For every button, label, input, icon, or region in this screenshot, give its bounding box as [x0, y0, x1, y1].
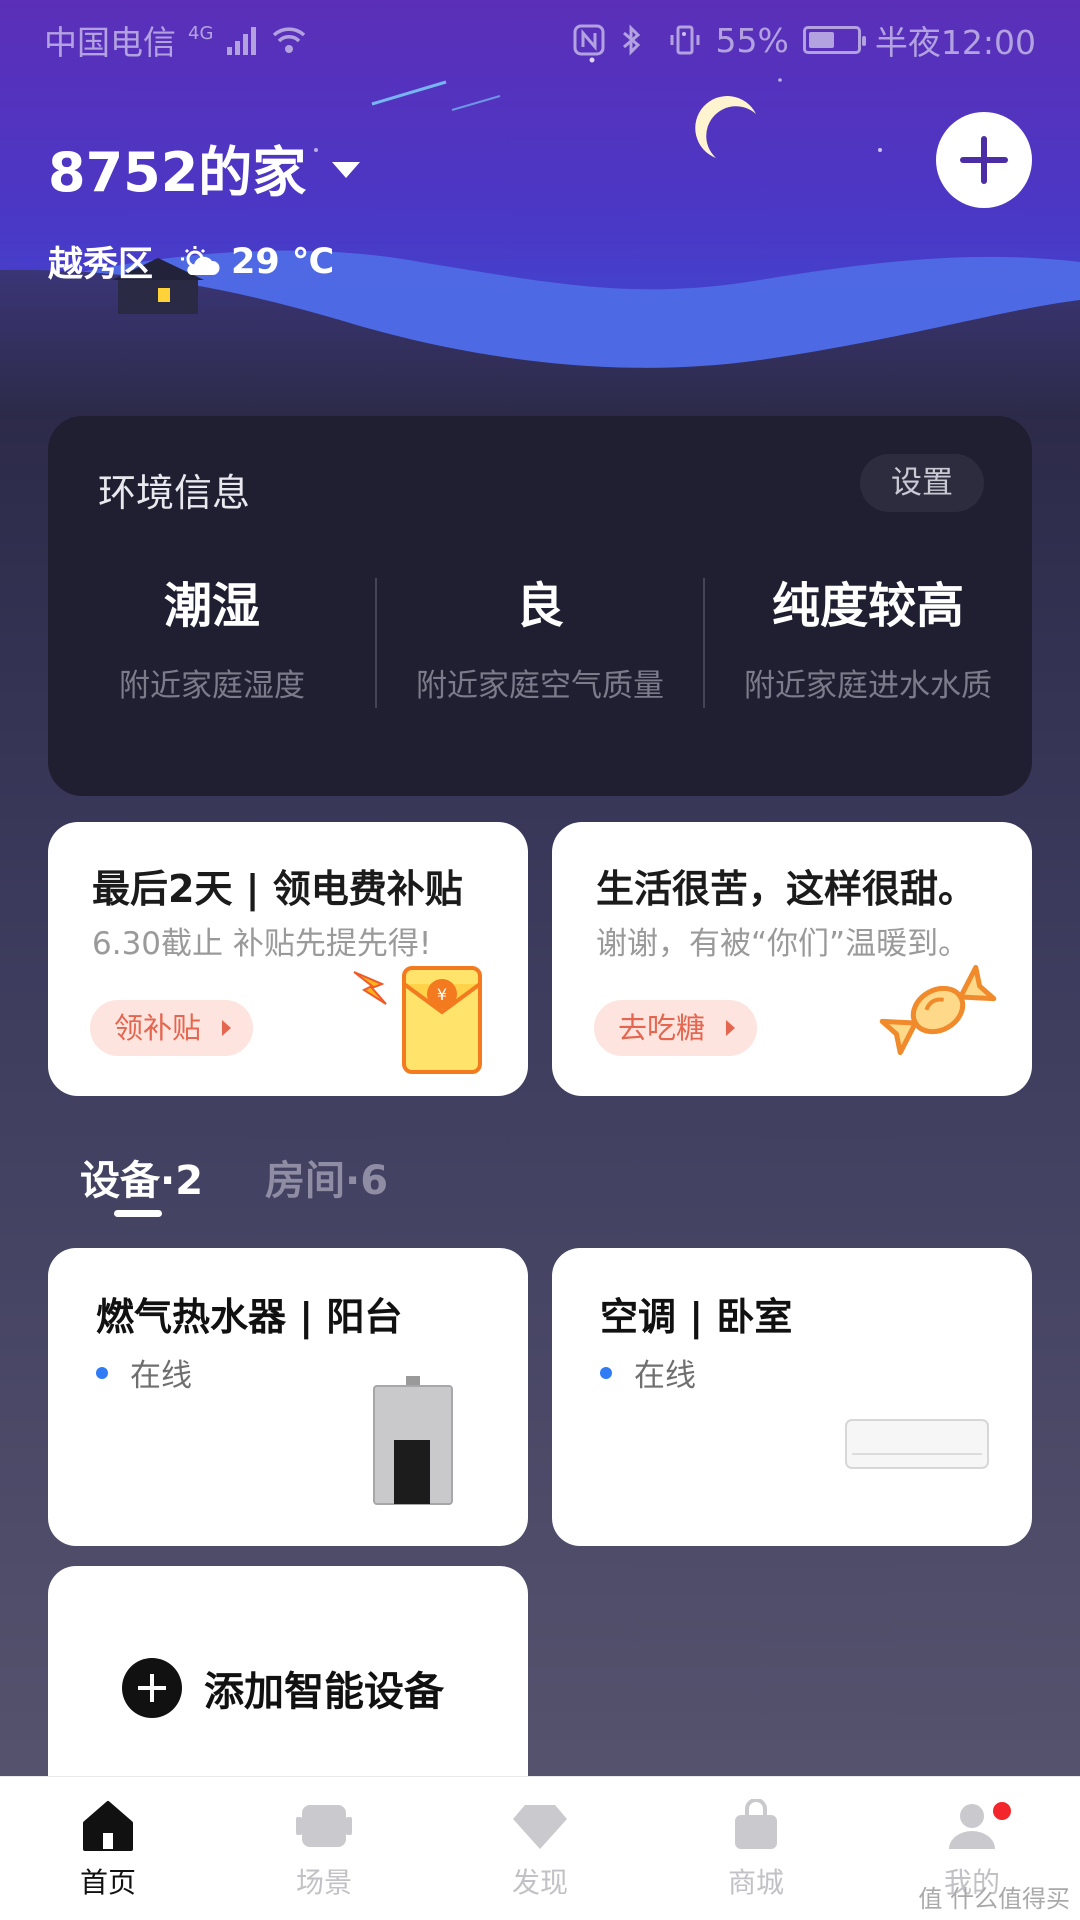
promo-card-subsidy[interactable]: 最后2天 | 领电费补贴 6.30截止 补贴先提先得! 领补贴 ¥: [48, 822, 528, 1096]
promo-title: 最后2天 | 领电费补贴: [92, 867, 463, 911]
device-card-water-heater[interactable]: 燃气热水器 | 阳台 在线: [48, 1248, 528, 1546]
online-dot: [96, 1366, 108, 1379]
notification-badge: [990, 1799, 1014, 1823]
location-weather: 越秀区 29 ℃: [48, 236, 334, 287]
battery-icon: [802, 26, 866, 54]
partly-cloudy-icon: [181, 245, 220, 275]
environment-card: 环境信息 设置 潮湿 附近家庭湿度 良 附近家庭空气质量 纯度较高 附近家庭进水…: [48, 416, 1032, 796]
eat-candy-button[interactable]: 去吃糖: [594, 1000, 758, 1056]
network-type: 4G: [188, 22, 214, 44]
tab-devices-label: 设备·2: [80, 1158, 204, 1204]
add-device-label: 添加智能设备: [204, 1669, 444, 1715]
nfc-icon: [572, 23, 606, 57]
bluetooth-icon: [620, 23, 654, 57]
water-quality-metric: 纯度较高 附近家庭进水水质: [704, 566, 1032, 705]
red-envelope-icon: ¥: [353, 966, 482, 1074]
add-button[interactable]: [936, 112, 1032, 208]
tab-rooms-label: 房间·6: [265, 1158, 389, 1204]
humidity-metric: 潮湿 附近家庭湿度: [48, 566, 376, 705]
add-device-card[interactable]: 添加智能设备: [48, 1566, 528, 1776]
carrier-label: 中国电信: [44, 23, 176, 62]
device-status: 在线: [96, 1350, 192, 1395]
environment-title: 环境信息: [98, 471, 251, 515]
vibrate-icon: [668, 23, 702, 57]
humidity-value: 潮湿: [163, 578, 260, 634]
device-card-air-conditioner[interactable]: 空调 | 卧室 在线: [552, 1248, 1032, 1546]
device-status: 在线: [600, 1350, 696, 1395]
wifi-icon: [271, 23, 306, 57]
tab-devices[interactable]: 设备·2: [80, 1148, 204, 1217]
battery-percent: 55%: [715, 20, 789, 60]
device-room-tabs: 设备·2 房间·6: [80, 1148, 388, 1217]
device-name: 燃气热水器 | 阳台: [96, 1295, 403, 1339]
nav-scene[interactable]: 场景: [216, 1777, 432, 1920]
scene-icon: [296, 1805, 352, 1847]
water-quality-label: 附近家庭进水水质: [744, 668, 992, 704]
claim-subsidy-button[interactable]: 领补贴: [90, 1000, 254, 1056]
nav-scene-label: 场景: [295, 1866, 352, 1899]
nav-home-label: 首页: [79, 1866, 136, 1899]
svg-text:¥: ¥: [437, 985, 447, 1004]
candy-icon: [879, 964, 997, 1056]
nav-discover[interactable]: 发现: [432, 1777, 648, 1920]
promo-title: 生活很苦，这样很甜。: [596, 867, 977, 911]
watermark: 值 什么值得买: [918, 1885, 1070, 1913]
status-bar: 中国电信 4G 55% 半夜12:00: [0, 0, 1080, 72]
online-dot: [600, 1366, 612, 1379]
discover-icon: [513, 1805, 567, 1849]
home-selector[interactable]: 8752的家: [48, 128, 361, 207]
shop-icon: [735, 1799, 777, 1849]
promo-card-candy[interactable]: 生活很苦，这样很甜。 谢谢，有被“你们”温暖到。 去吃糖: [552, 822, 1032, 1096]
air-quality-label: 附近家庭空气质量: [416, 668, 664, 704]
air-quality-metric: 良 附近家庭空气质量: [376, 566, 704, 705]
water-quality-value: 纯度较高: [771, 578, 964, 634]
nav-shop[interactable]: 商城: [648, 1777, 864, 1920]
home-name: 8752的家: [48, 141, 307, 204]
tab-rooms[interactable]: 房间·6: [265, 1148, 388, 1206]
active-tab-indicator: [114, 1210, 162, 1217]
nav-discover-label: 发现: [511, 1866, 568, 1899]
signal-icon: [225, 23, 259, 57]
nav-shop-label: 商城: [727, 1866, 784, 1899]
device-status-label: 在线: [634, 1358, 696, 1394]
home-icon: [83, 1801, 133, 1851]
temperature-label: 29 ℃: [231, 241, 335, 282]
caret-down-icon: [332, 161, 361, 178]
humidity-label: 附近家庭湿度: [119, 668, 305, 704]
device-name: 空调 | 卧室: [600, 1295, 793, 1339]
nav-home[interactable]: 首页: [0, 1777, 216, 1920]
plus-icon: [122, 1658, 182, 1718]
device-status-label: 在线: [130, 1358, 192, 1394]
environment-settings-button[interactable]: 设置: [860, 454, 984, 512]
air-conditioner-icon: [845, 1419, 989, 1469]
clock: 半夜12:00: [874, 23, 1036, 62]
water-heater-icon: [373, 1376, 453, 1505]
district-label: 越秀区: [48, 245, 154, 285]
promo-subtitle: 谢谢，有被“你们”温暖到。: [596, 926, 970, 962]
air-quality-value: 良: [515, 578, 564, 634]
